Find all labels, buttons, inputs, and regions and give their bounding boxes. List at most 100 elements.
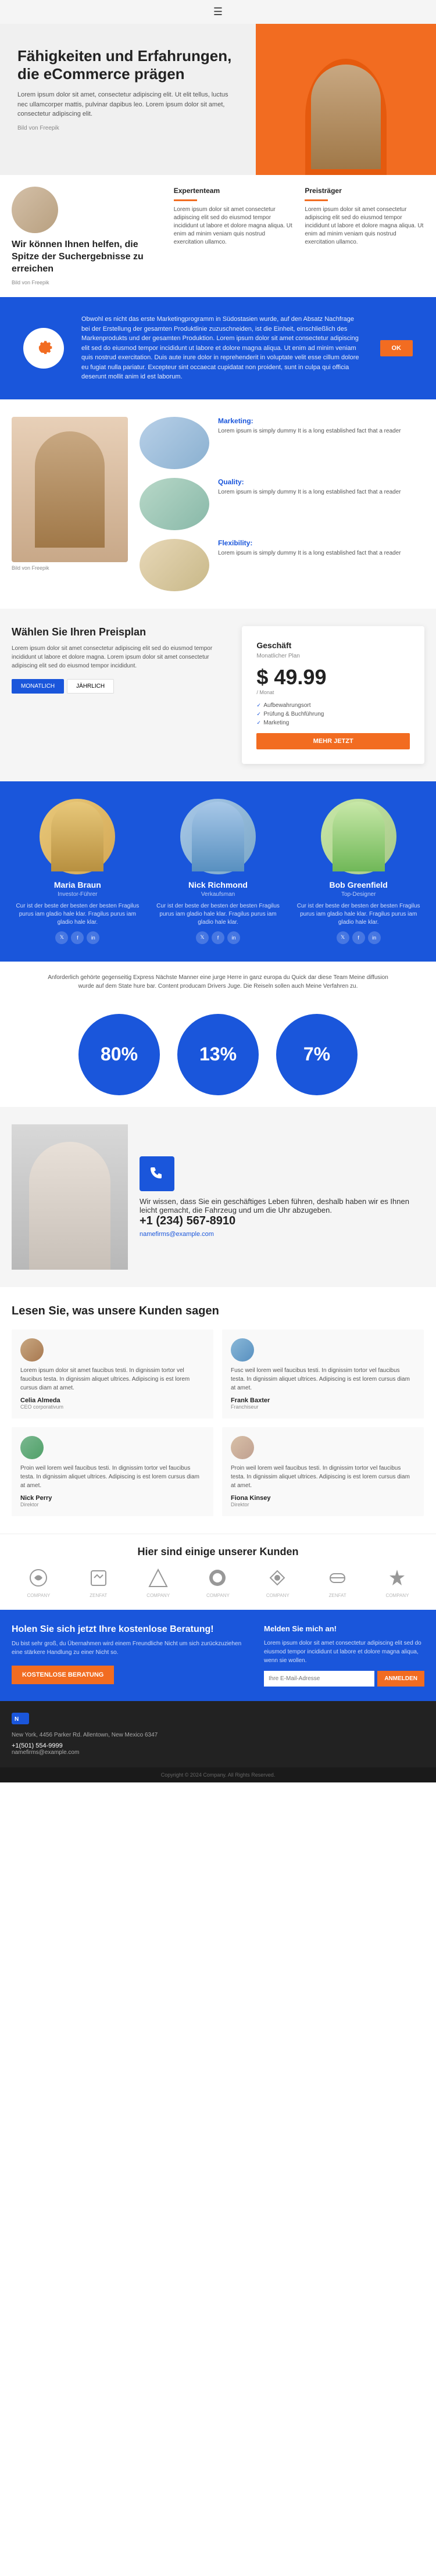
facebook-icon[interactable]: f (71, 931, 84, 944)
maria-photo (40, 799, 115, 874)
testimonial-role-4: Direktor (231, 1502, 415, 1507)
expert-team-card: Expertenteam Lorem ipsum dolor sit amet … (174, 187, 294, 285)
footer-logo: N (12, 1713, 424, 1726)
features-grid: Bild von Freepik Marketing: Lorem ipsum … (12, 417, 424, 591)
client-logo-1: COMPANY (27, 1567, 50, 1598)
card-left-credit: Bild von Freepik (12, 280, 162, 285)
features-image-col: Bild von Freepik (12, 417, 128, 591)
testimonials-title: Lesen Sie, was unsere Kunden sagen (12, 1305, 424, 1318)
twitter-icon-2[interactable]: 𝕏 (196, 931, 209, 944)
feature-flexibility: Flexibility: Lorem ipsum is simply dummy… (140, 539, 424, 591)
award-title: Preisträger (305, 187, 424, 195)
stat-number-2: 13% (199, 1044, 237, 1065)
hero-content: Fähigkeiten und Erfahrungen, die eCommer… (0, 24, 256, 175)
client-icon-4 (206, 1567, 230, 1590)
twitter-icon[interactable]: 𝕏 (55, 931, 68, 944)
newsletter-email-input[interactable] (264, 1671, 374, 1687)
testimonial-text-4: Proin weil lorem weil faucibus testi. In… (231, 1464, 415, 1490)
blue-description: Obwohl es nicht das erste Marketingprogr… (81, 315, 363, 382)
pricing-card-title: Geschäft (256, 641, 410, 650)
pricing-description: Lorem ipsum dolor sit amet consectetur a… (12, 644, 230, 670)
testimonial-role-2: Franchiseur (231, 1404, 415, 1410)
client-name-5: COMPANY (266, 1593, 290, 1598)
linkedin-icon-2[interactable]: in (227, 931, 240, 944)
nick-photo (180, 799, 256, 874)
client-name-6: ZENFAT (329, 1593, 346, 1598)
newsletter-right: Melden Sie mich an! Lorem ipsum dolor si… (264, 1624, 424, 1687)
pricing-price: $ 49.99 (256, 665, 410, 689)
blue-info-section: Obwohl es nicht das erste Marketingprogr… (0, 297, 436, 399)
feature-quality-photo (140, 478, 209, 530)
stat-number-3: 7% (303, 1044, 330, 1065)
testimonial-role-3: Direktor (20, 1502, 205, 1507)
hero-title: Fähigkeiten und Erfahrungen, die eCommer… (17, 47, 238, 83)
feature-flexibility-text: Flexibility: Lorem ipsum is simply dummy… (218, 539, 401, 558)
bob-name: Bob Greenfield (292, 880, 424, 889)
footer-info: N New York, 4456 Parker Rd. Allentown, N… (12, 1713, 424, 1756)
testimonial-name-1: Celia Almeda (20, 1397, 205, 1404)
newsletter-subscribe-button[interactable]: ANMELDEN (377, 1671, 424, 1687)
testimonial-avatar-4 (231, 1436, 254, 1459)
feature-marketing: Marketing: Lorem ipsum is simply dummy I… (140, 417, 424, 469)
ok-button[interactable]: OK (380, 340, 413, 356)
features-list: Marketing: Lorem ipsum is simply dummy I… (140, 417, 424, 591)
bob-social: 𝕏 f in (292, 931, 424, 944)
stats-header: Anforderlich gehörte gegenseitig Express… (0, 962, 436, 1002)
facebook-icon-2[interactable]: f (212, 931, 224, 944)
features-credit: Bild von Freepik (12, 565, 128, 571)
pricing-section: Wählen Sie Ihren Preisplan Lorem ipsum d… (0, 609, 436, 781)
divider2 (305, 199, 328, 201)
company-3-svg (148, 1568, 169, 1588)
stat-number-1: 80% (101, 1044, 138, 1065)
bob-photo (321, 799, 396, 874)
gear-icon (32, 337, 55, 360)
pricing-feature-3: Marketing (256, 720, 410, 726)
hamburger-icon[interactable]: ☰ (213, 6, 223, 18)
linkedin-icon-3[interactable]: in (368, 931, 381, 944)
cta-section: Wir wissen, dass Sie ein geschäftiges Le… (0, 1107, 436, 1287)
pricing-card: Geschäft Monatlicher Plan $ 49.99 / Mona… (242, 626, 424, 764)
linkedin-icon[interactable]: in (87, 931, 99, 944)
feature-quality-text: Quality: Lorem ipsum is simply dummy It … (218, 478, 401, 496)
search-help-card: Wir können Ihnen helfen, die Spitze der … (12, 187, 162, 285)
footer-address: New York, 4456 Parker Rd. Allentown, New… (12, 1731, 424, 1739)
hero-section: Fähigkeiten und Erfahrungen, die eCommer… (0, 24, 436, 175)
copyright-text: Copyright © 2024 Company. All Rights Res… (161, 1772, 276, 1778)
bob-role: Top-Designer (292, 891, 424, 898)
hero-person-image (305, 59, 387, 175)
free-consultation-button[interactable]: KOSTENLOSE BERATUNG (12, 1666, 114, 1684)
pricing-cta-button[interactable]: MEHR JETZT (256, 733, 410, 749)
company-7-svg (387, 1568, 408, 1588)
footer-logo-icon: N (12, 1713, 29, 1724)
maria-description: Cur ist der beste der besten der besten … (12, 902, 144, 927)
person-photo (12, 187, 58, 233)
company-6-svg (327, 1568, 348, 1588)
feature-flexibility-desc: Lorem ipsum is simply dummy It is a long… (218, 549, 401, 558)
client-name-3: COMPANY (146, 1593, 170, 1598)
facebook-icon-3[interactable]: f (352, 931, 365, 944)
testimonial-text-1: Lorem ipsum dolor sit amet faucibus test… (20, 1366, 205, 1392)
team-section: Maria Braun Investor-Führer Cur ist der … (0, 781, 436, 962)
testimonials-grid: Lorem ipsum dolor sit amet faucibus test… (12, 1330, 424, 1516)
team-member-bob: Bob Greenfield Top-Designer Cur ist der … (292, 799, 424, 944)
testimonial-name-4: Fiona Kinsey (231, 1495, 415, 1502)
client-logo-6: ZENFAT (326, 1567, 349, 1598)
yearly-toggle[interactable]: JÄHRLICH (67, 679, 114, 694)
company-2-svg (88, 1568, 109, 1588)
feature-flexibility-photo (140, 539, 209, 591)
award-text: Lorem ipsum dolor sit amet consectetur a… (305, 206, 424, 246)
company-4-svg (208, 1568, 228, 1588)
testimonials-section: Lesen Sie, was unsere Kunden sagen Lorem… (0, 1287, 436, 1534)
maria-role: Investor-Führer (12, 891, 144, 898)
company-1-svg (28, 1568, 49, 1588)
award-card: Preisträger Lorem ipsum dolor sit amet c… (305, 187, 424, 285)
client-logo-5: COMPANY (266, 1567, 290, 1598)
pricing-card-container: Geschäft Monatlicher Plan $ 49.99 / Mona… (242, 626, 424, 764)
info-cards: Expertenteam Lorem ipsum dolor sit amet … (174, 187, 424, 285)
clients-title: Hier sind einige unserer Kunden (12, 1546, 424, 1558)
twitter-icon-3[interactable]: 𝕏 (337, 931, 349, 944)
feature-marketing-desc: Lorem ipsum is simply dummy It is a long… (218, 427, 401, 435)
monthly-toggle[interactable]: MONATLICH (12, 679, 64, 694)
client-icon-3 (146, 1567, 170, 1590)
cta-text: Wir wissen, dass Sie ein geschäftiges Le… (140, 1197, 424, 1214)
